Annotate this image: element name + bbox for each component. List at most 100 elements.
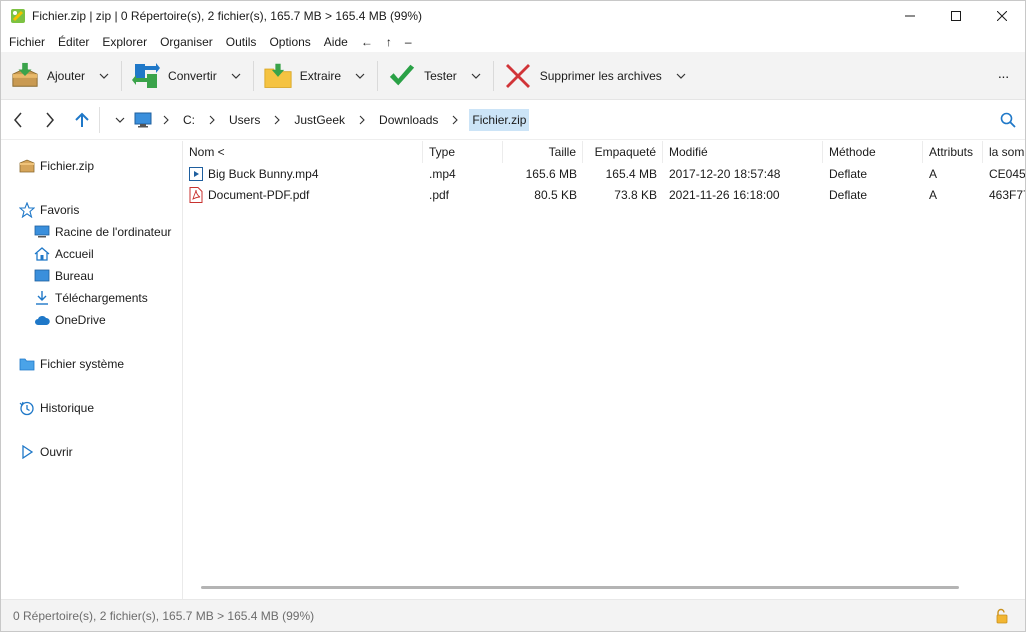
more-icon: ··· xyxy=(997,68,1010,84)
sidebar-item-archive[interactable]: Fichier.zip xyxy=(19,156,94,176)
cell-method: Deflate xyxy=(829,188,868,202)
column-header-size[interactable]: Taille xyxy=(503,141,583,163)
maximize-icon xyxy=(951,11,961,21)
extract-folder-icon xyxy=(264,62,292,90)
file-list: Nom < Type Taille Empaqueté Modifié Méth… xyxy=(183,141,1025,599)
forward-button[interactable] xyxy=(36,106,64,134)
sidebar-item-label: Historique xyxy=(40,401,95,415)
convert-button[interactable]: Convertir xyxy=(132,52,243,100)
app-window: Fichier.zip | zip | 0 Répertoire(s), 2 f… xyxy=(0,0,1026,632)
chevron-left-icon xyxy=(14,112,22,127)
sidebar-item-downloads[interactable]: Téléchargements xyxy=(34,288,148,308)
arrow-up-icon xyxy=(75,112,89,127)
chevron-right-icon xyxy=(46,112,54,127)
column-header-modified[interactable]: Modifié xyxy=(663,141,823,163)
cell-name: Document-PDF.pdf xyxy=(183,185,423,205)
cell-size: 80.5 KB xyxy=(534,188,577,202)
crumb-justgeek[interactable]: JustGeek xyxy=(291,109,348,131)
menu-dash[interactable]: – xyxy=(405,35,412,49)
file-name: Document-PDF.pdf xyxy=(208,188,310,202)
sidebar-item-favorites[interactable]: Favoris xyxy=(19,200,79,220)
cell-checksum: CE0457 xyxy=(989,167,1025,181)
menu-aide[interactable]: Aide xyxy=(324,35,348,49)
column-header-checksum[interactable]: la somm xyxy=(983,141,1025,163)
sidebar-item-label: Favoris xyxy=(40,203,80,217)
cell-attributes: A xyxy=(929,167,938,181)
status-text: 0 Répertoire(s), 2 fichier(s), 165.7 MB … xyxy=(13,608,315,623)
menu-organiser[interactable]: Organiser xyxy=(160,35,213,49)
breadcrumb: C: Users JustGeek Downloads Fichier.zip xyxy=(99,107,530,133)
menu-back-arrow[interactable]: ← xyxy=(361,35,373,49)
toolbar-divider xyxy=(121,60,123,91)
back-button[interactable] xyxy=(4,106,32,134)
delete-archives-button[interactable]: Supprimer les archives xyxy=(504,52,688,100)
delete-archives-label: Supprimer les archives xyxy=(539,68,662,83)
monitor-icon xyxy=(34,224,50,240)
maximize-button[interactable] xyxy=(933,1,979,31)
unlocked-padlock-icon[interactable] xyxy=(995,608,1009,624)
download-icon xyxy=(34,290,50,306)
add-label: Ajouter xyxy=(47,68,86,83)
breadcrumb-separator-icon xyxy=(269,112,285,128)
sidebar-item-filesystem[interactable]: Fichier système xyxy=(19,354,124,374)
extract-button[interactable]: Extraire xyxy=(264,52,367,100)
menu-editer[interactable]: Éditer xyxy=(58,35,89,49)
add-button[interactable]: Ajouter xyxy=(11,52,111,100)
minimize-button[interactable] xyxy=(887,1,933,31)
sidebar-item-label: OneDrive xyxy=(55,313,106,327)
history-dropdown-button[interactable] xyxy=(112,112,128,128)
window-title: Fichier.zip | zip | 0 Répertoire(s), 2 f… xyxy=(32,9,423,23)
toolbar: Ajouter Convertir Extraire Tester Suppri… xyxy=(1,52,1025,100)
column-header-method[interactable]: Méthode xyxy=(823,141,923,163)
menu-outils[interactable]: Outils xyxy=(226,35,257,49)
test-dropdown-chevron-icon[interactable] xyxy=(469,69,483,83)
cell-packed: 165.4 MB xyxy=(605,167,657,181)
crumb-downloads[interactable]: Downloads xyxy=(376,109,441,131)
horizontal-scrollbar[interactable] xyxy=(201,586,959,589)
play-triangle-icon xyxy=(19,444,35,460)
sidebar-item-desktop[interactable]: Bureau xyxy=(34,266,94,286)
more-options-button[interactable]: ··· xyxy=(993,66,1013,86)
crumb-drive[interactable]: C: xyxy=(180,109,198,131)
delete-dropdown-chevron-icon[interactable] xyxy=(674,69,688,83)
red-x-icon xyxy=(504,62,532,90)
cell-packed: 73.8 KB xyxy=(614,188,657,202)
breadcrumb-separator-icon xyxy=(204,112,220,128)
menu-options[interactable]: Options xyxy=(269,35,310,49)
address-bar: C: Users JustGeek Downloads Fichier.zip xyxy=(1,100,1025,140)
column-header-packed[interactable]: Empaqueté xyxy=(583,141,663,163)
crumb-users[interactable]: Users xyxy=(226,109,263,131)
menu-up-arrow[interactable]: ↑ xyxy=(386,35,392,49)
column-header-type[interactable]: Type xyxy=(423,141,503,163)
crumb-current-archive[interactable]: Fichier.zip xyxy=(469,109,530,131)
computer-crumb-button[interactable] xyxy=(134,112,152,128)
breadcrumb-separator-icon xyxy=(447,112,463,128)
sidebar-item-label: Téléchargements xyxy=(55,291,148,305)
convert-dropdown-chevron-icon[interactable] xyxy=(229,69,243,83)
toolbar-divider xyxy=(492,60,494,91)
menu-explorer[interactable]: Explorer xyxy=(102,35,147,49)
add-dropdown-chevron-icon[interactable] xyxy=(97,69,111,83)
search-icon xyxy=(1000,112,1016,128)
column-header-attributes[interactable]: Attributs xyxy=(923,141,983,163)
sidebar-item-history[interactable]: Historique xyxy=(19,398,94,418)
sidebar-item-computer-root[interactable]: Racine de l'ordinateur xyxy=(34,222,171,242)
test-label: Tester xyxy=(424,68,457,83)
sidebar-item-label: Bureau xyxy=(55,269,94,283)
sidebar-item-home[interactable]: Accueil xyxy=(34,244,94,264)
close-button[interactable] xyxy=(979,1,1025,31)
cell-type: .pdf xyxy=(429,188,450,202)
title-bar: Fichier.zip | zip | 0 Répertoire(s), 2 f… xyxy=(1,1,1025,31)
extract-label: Extraire xyxy=(299,68,342,83)
menu-fichier[interactable]: Fichier xyxy=(9,35,45,49)
column-header-name[interactable]: Nom < xyxy=(183,141,423,163)
sidebar-item-onedrive[interactable]: OneDrive xyxy=(34,310,106,330)
up-button[interactable] xyxy=(68,106,96,134)
test-button[interactable]: Tester xyxy=(388,52,483,100)
cloud-icon xyxy=(34,312,50,328)
search-button[interactable] xyxy=(997,109,1019,131)
extract-dropdown-chevron-icon[interactable] xyxy=(353,69,367,83)
sidebar-item-open[interactable]: Ouvrir xyxy=(19,442,73,462)
cell-method: Deflate xyxy=(829,167,868,181)
convert-icon xyxy=(132,62,161,90)
